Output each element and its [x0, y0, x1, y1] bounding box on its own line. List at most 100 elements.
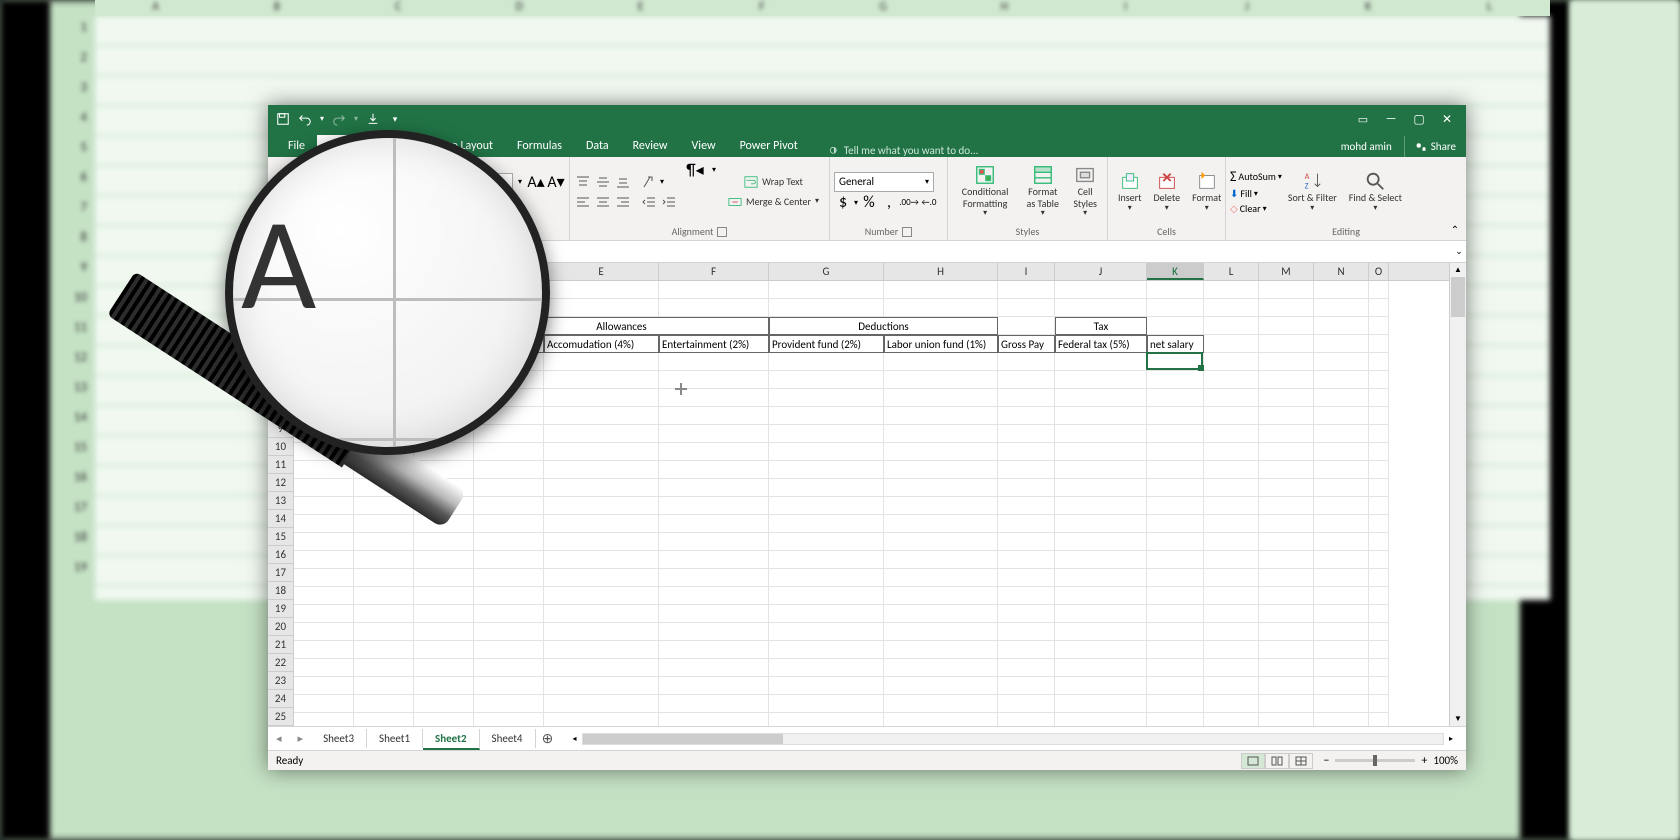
- row-header-21[interactable]: 21: [268, 636, 293, 654]
- col-header-K[interactable]: K: [1147, 263, 1204, 280]
- sheet-tab-sheet4[interactable]: Sheet4: [480, 729, 536, 748]
- col-header-[interactable]: [474, 263, 544, 280]
- row-header-7[interactable]: 7: [268, 384, 293, 402]
- zoom-out-icon[interactable]: −: [1323, 754, 1329, 768]
- orientation-icon[interactable]: [640, 173, 658, 191]
- field-E[interactable]: Accomudation (4%): [544, 335, 659, 353]
- tab-review[interactable]: Review: [621, 135, 680, 157]
- tab-view[interactable]: View: [680, 135, 728, 157]
- qat-customize-icon[interactable]: ▾: [386, 110, 404, 128]
- row-header-14[interactable]: 14: [268, 510, 293, 528]
- merged-header-tax[interactable]: Tax: [1055, 317, 1147, 335]
- rtl-icon[interactable]: ¶◂: [686, 161, 704, 179]
- field-G[interactable]: Provident fund (2%): [769, 335, 884, 353]
- decrease-font-icon[interactable]: A▾: [547, 173, 565, 191]
- row-header-15[interactable]: 15: [268, 528, 293, 546]
- decrease-indent-icon[interactable]: [640, 193, 658, 211]
- page-layout-view-icon[interactable]: [1265, 753, 1289, 769]
- align-middle-icon[interactable]: [594, 173, 612, 191]
- ribbon-options-icon[interactable]: ▭: [1350, 110, 1376, 128]
- tab-formulas[interactable]: Formulas: [505, 135, 574, 157]
- field-H[interactable]: Labor union fund (1%): [884, 335, 998, 353]
- tab-page-layout[interactable]: Page Layout: [423, 135, 505, 157]
- sheet-tab-sheet1[interactable]: Sheet1: [367, 729, 423, 748]
- increase-font-icon[interactable]: A▴: [527, 173, 545, 191]
- hscroll-thumb[interactable]: [583, 734, 783, 744]
- border-icon[interactable]: [386, 193, 404, 211]
- merged-header-deductions[interactable]: Deductions: [769, 317, 998, 335]
- col-header-E[interactable]: E: [544, 263, 659, 280]
- sort-filter-button[interactable]: AZ Sort & Filter▾: [1282, 168, 1343, 215]
- row-header-23[interactable]: 23: [268, 672, 293, 690]
- italic-icon[interactable]: I: [346, 193, 364, 211]
- add-sheet-icon[interactable]: ⊕: [536, 730, 560, 747]
- fx-icon[interactable]: fx: [346, 245, 370, 258]
- col-header-I[interactable]: I: [998, 263, 1055, 280]
- tab-home[interactable]: Home: [317, 135, 370, 157]
- vertical-scrollbar[interactable]: ▲ ▼: [1449, 263, 1466, 726]
- row-header-3[interactable]: 3: [268, 312, 293, 330]
- comma-icon[interactable]: ,: [880, 194, 898, 212]
- bold-icon[interactable]: B: [326, 193, 344, 211]
- decrease-decimal-icon[interactable]: ←.0: [920, 194, 938, 212]
- scroll-down-icon[interactable]: ▼: [1450, 712, 1466, 726]
- row-headers[interactable]: 1234567891011121314151617181920212223242…: [268, 276, 294, 726]
- redo-dropdown-icon[interactable]: ▾: [352, 110, 360, 128]
- increase-indent-icon[interactable]: [660, 193, 678, 211]
- percent-icon[interactable]: %: [860, 194, 878, 212]
- select-all-corner[interactable]: [268, 263, 294, 276]
- sheet-tab-sheet2[interactable]: Sheet2: [423, 729, 480, 750]
- format-as-table-button[interactable]: Format as Table▾: [1018, 162, 1067, 220]
- col-header-M[interactable]: M: [1259, 263, 1314, 280]
- save-icon[interactable]: [274, 110, 292, 128]
- align-top-icon[interactable]: [574, 173, 592, 191]
- row-header-24[interactable]: 24: [268, 690, 293, 708]
- delete-cells-button[interactable]: Delete▾: [1148, 168, 1187, 215]
- col-header-[interactable]: [354, 263, 414, 280]
- align-bottom-icon[interactable]: [614, 173, 632, 191]
- increase-decimal-icon[interactable]: .00→: [900, 194, 918, 212]
- col-header-G[interactable]: G: [769, 263, 884, 280]
- alignment-launcher-icon[interactable]: [717, 227, 727, 237]
- row-header-11[interactable]: 11: [268, 456, 293, 474]
- zoom-in-icon[interactable]: +: [1421, 754, 1427, 768]
- zoom-slider[interactable]: [1335, 759, 1415, 762]
- hscroll-left-icon[interactable]: ◂: [568, 734, 582, 744]
- horizontal-scrollbar[interactable]: [582, 733, 1444, 745]
- font-color-icon[interactable]: A: [438, 193, 456, 211]
- sheet-nav-prev-icon[interactable]: ◂: [268, 732, 290, 745]
- col-header-F[interactable]: F: [659, 263, 769, 280]
- fill-button[interactable]: ⬇Fill▾: [1230, 187, 1282, 200]
- row-header-17[interactable]: 17: [268, 564, 293, 582]
- sheet-tab-sheet3[interactable]: Sheet3: [311, 729, 367, 748]
- row-header-8[interactable]: 8: [268, 402, 293, 420]
- maximize-icon[interactable]: ▢: [1406, 110, 1432, 128]
- minimize-icon[interactable]: —: [1378, 110, 1404, 128]
- page-break-view-icon[interactable]: [1289, 753, 1313, 769]
- fill-color-icon[interactable]: [412, 193, 430, 211]
- account-name[interactable]: mohd amin: [1329, 136, 1404, 157]
- cells-area[interactable]: AllowancesDeductionsTaxical (3%)Accomuda…: [294, 281, 1466, 726]
- number-launcher-icon[interactable]: [902, 227, 912, 237]
- undo-icon[interactable]: [296, 110, 314, 128]
- row-header-20[interactable]: 20: [268, 618, 293, 636]
- redo-icon[interactable]: [330, 110, 348, 128]
- col-header-J[interactable]: J: [1055, 263, 1147, 280]
- collapse-ribbon-icon[interactable]: ⌃: [1448, 222, 1462, 236]
- merged-header-allowances[interactable]: Allowances: [474, 317, 769, 335]
- row-header-19[interactable]: 19: [268, 600, 293, 618]
- font-size-input[interactable]: 11: [481, 173, 513, 191]
- row-header-25[interactable]: 25: [268, 708, 293, 726]
- row-header-9[interactable]: 9: [268, 420, 293, 438]
- row-header-1[interactable]: 1: [268, 276, 293, 294]
- close-icon[interactable]: ✕: [1434, 110, 1460, 128]
- merge-center-button[interactable]: Merge & Center ▾: [724, 193, 823, 211]
- col-header-L[interactable]: L: [1204, 263, 1259, 280]
- field-F[interactable]: Entertainment (2%): [659, 335, 769, 353]
- conditional-formatting-button[interactable]: Conditional Formatting▾: [952, 162, 1018, 220]
- currency-icon[interactable]: $: [834, 194, 852, 212]
- clear-button[interactable]: ◇Clear▾: [1230, 202, 1282, 215]
- font-launcher-icon[interactable]: [452, 227, 462, 237]
- worksheet-grid[interactable]: 1234567891011121314151617181920212223242…: [268, 263, 1466, 726]
- expand-formula-icon[interactable]: ⌄: [1452, 246, 1466, 257]
